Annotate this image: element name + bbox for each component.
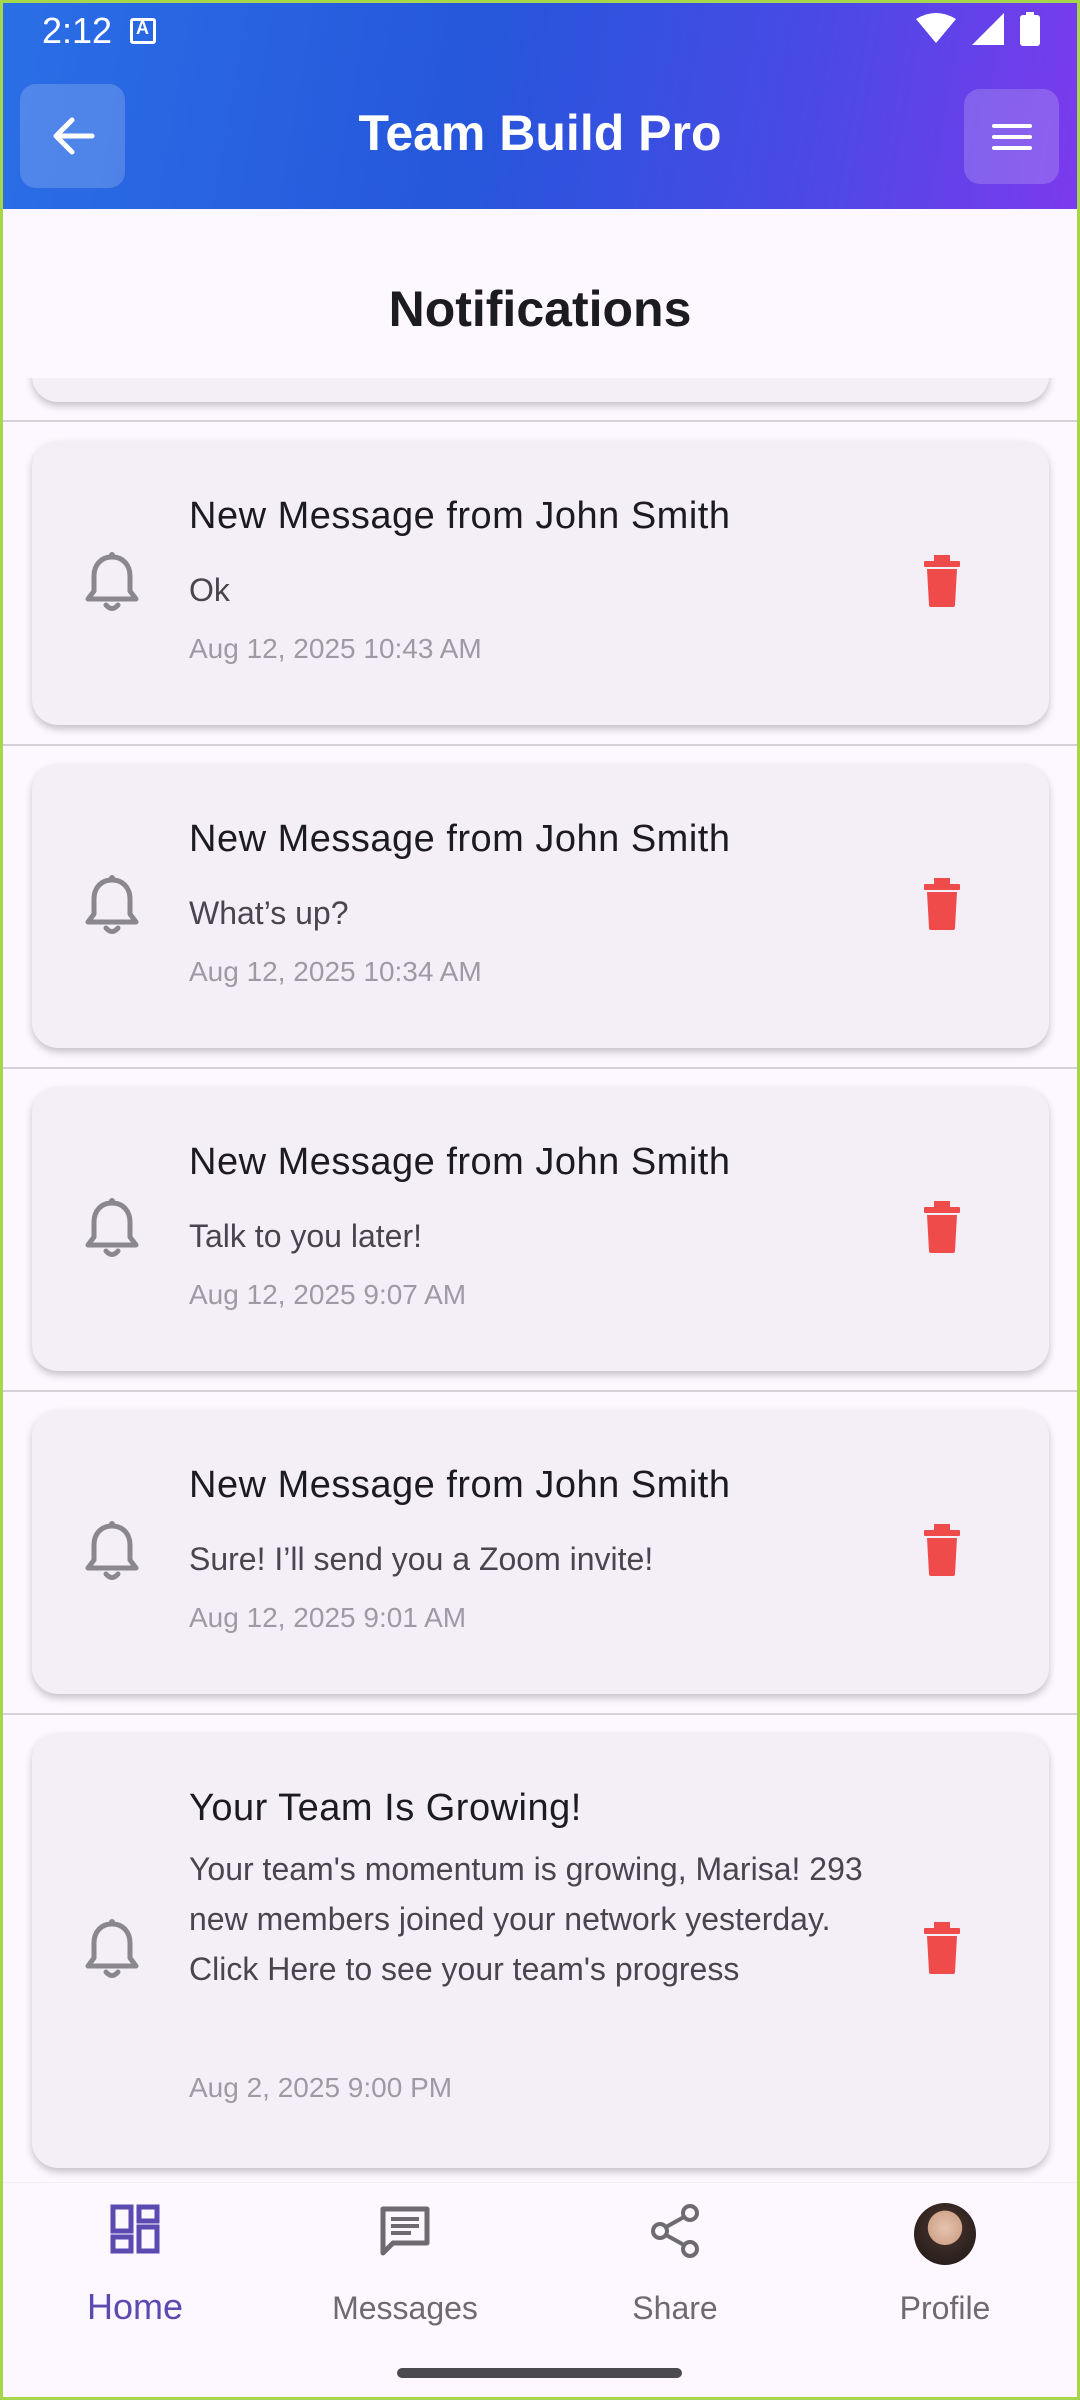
nav-messages[interactable]: Messages bbox=[270, 2183, 540, 2336]
hamburger-icon bbox=[991, 123, 1032, 150]
status-bar: 2:12 bbox=[0, 0, 1080, 62]
notification-card[interactable]: Your Team Is Growing! Your team's moment… bbox=[32, 1733, 1049, 2168]
notification-title: New Message from John Smith bbox=[189, 495, 731, 537]
nav-label: Share bbox=[632, 2290, 718, 2326]
nav-label: Home bbox=[86, 2286, 184, 2327]
notification-time: Aug 12, 2025 9:07 AM bbox=[189, 1279, 467, 1310]
battery-icon bbox=[1020, 12, 1040, 46]
avatar bbox=[914, 2203, 976, 2265]
notification-time: Aug 12, 2025 10:34 AM bbox=[189, 956, 482, 987]
notification-card[interactable]: New Message from John Smith What’s up? A… bbox=[32, 764, 1049, 1048]
bell-icon bbox=[85, 1521, 139, 1580]
notification-title: New Message from John Smith bbox=[189, 1141, 731, 1183]
app-title: Team Build Pro bbox=[358, 105, 722, 161]
nav-share[interactable]: Share bbox=[540, 2183, 810, 2336]
notification-list[interactable]: New Message from John Smith Ok Aug 12, 2… bbox=[0, 378, 1080, 2183]
notification-body: Talk to you later! bbox=[189, 1218, 422, 1254]
notification-body: Sure! I’ll send you a Zoom invite! bbox=[189, 1541, 654, 1577]
bell-icon bbox=[85, 875, 139, 934]
page-title: Notifications bbox=[388, 281, 692, 337]
delete-icon[interactable] bbox=[922, 555, 962, 607]
status-icons bbox=[916, 12, 1040, 46]
nav-profile[interactable]: Profile bbox=[810, 2183, 1080, 2336]
divider bbox=[0, 1067, 1080, 1069]
message-icon bbox=[380, 2206, 430, 2256]
notification-title: New Message from John Smith bbox=[189, 818, 731, 860]
delete-icon[interactable] bbox=[922, 1524, 962, 1576]
nav-home[interactable]: Home bbox=[0, 2183, 270, 2336]
notification-body: What’s up? bbox=[189, 895, 349, 931]
accessibility-icon bbox=[130, 18, 156, 44]
notification-title: Your Team Is Growing! bbox=[189, 1787, 582, 1829]
bell-icon bbox=[85, 552, 139, 611]
share-icon bbox=[651, 2204, 699, 2258]
divider bbox=[0, 1713, 1080, 1715]
notification-card[interactable]: New Message from John Smith Talk to you … bbox=[32, 1087, 1049, 1371]
gesture-handle[interactable] bbox=[397, 2368, 682, 2378]
menu-button[interactable] bbox=[964, 89, 1059, 184]
bell-icon bbox=[85, 1198, 139, 1257]
wifi-icon bbox=[916, 13, 956, 43]
gesture-area bbox=[0, 2336, 1080, 2400]
signal-icon bbox=[972, 13, 1004, 45]
notification-body: Your team's momentum is growing, Marisa!… bbox=[189, 1851, 863, 1987]
delete-icon[interactable] bbox=[922, 1201, 962, 1253]
notification-time: Aug 2, 2025 9:00 PM bbox=[189, 2072, 453, 2103]
notification-time: Aug 12, 2025 9:01 AM bbox=[189, 1602, 467, 1633]
app-header: 2:12 Team Build Pro bbox=[0, 0, 1080, 209]
notification-time: Aug 12, 2025 10:43 AM bbox=[189, 633, 482, 664]
notification-card[interactable]: New Message from John Smith Ok Aug 12, 2… bbox=[32, 441, 1049, 725]
bell-icon bbox=[85, 1919, 139, 1978]
delete-icon[interactable] bbox=[922, 878, 962, 930]
notification-card[interactable]: New Message from John Smith Sure! I’ll s… bbox=[32, 1410, 1049, 1694]
nav-label: Messages bbox=[332, 2290, 478, 2326]
dashboard-icon bbox=[110, 2204, 160, 2254]
notification-title: New Message from John Smith bbox=[189, 1464, 731, 1506]
notification-body: Ok bbox=[189, 572, 230, 608]
divider bbox=[0, 1390, 1080, 1392]
bottom-navigation: Home Messages Share Profile bbox=[0, 2183, 1080, 2336]
divider bbox=[0, 744, 1080, 746]
status-time: 2:12 bbox=[42, 10, 113, 51]
nav-label: Profile bbox=[899, 2290, 991, 2326]
notification-card[interactable] bbox=[32, 378, 1049, 402]
divider bbox=[0, 420, 1080, 422]
delete-icon[interactable] bbox=[922, 1922, 962, 1974]
